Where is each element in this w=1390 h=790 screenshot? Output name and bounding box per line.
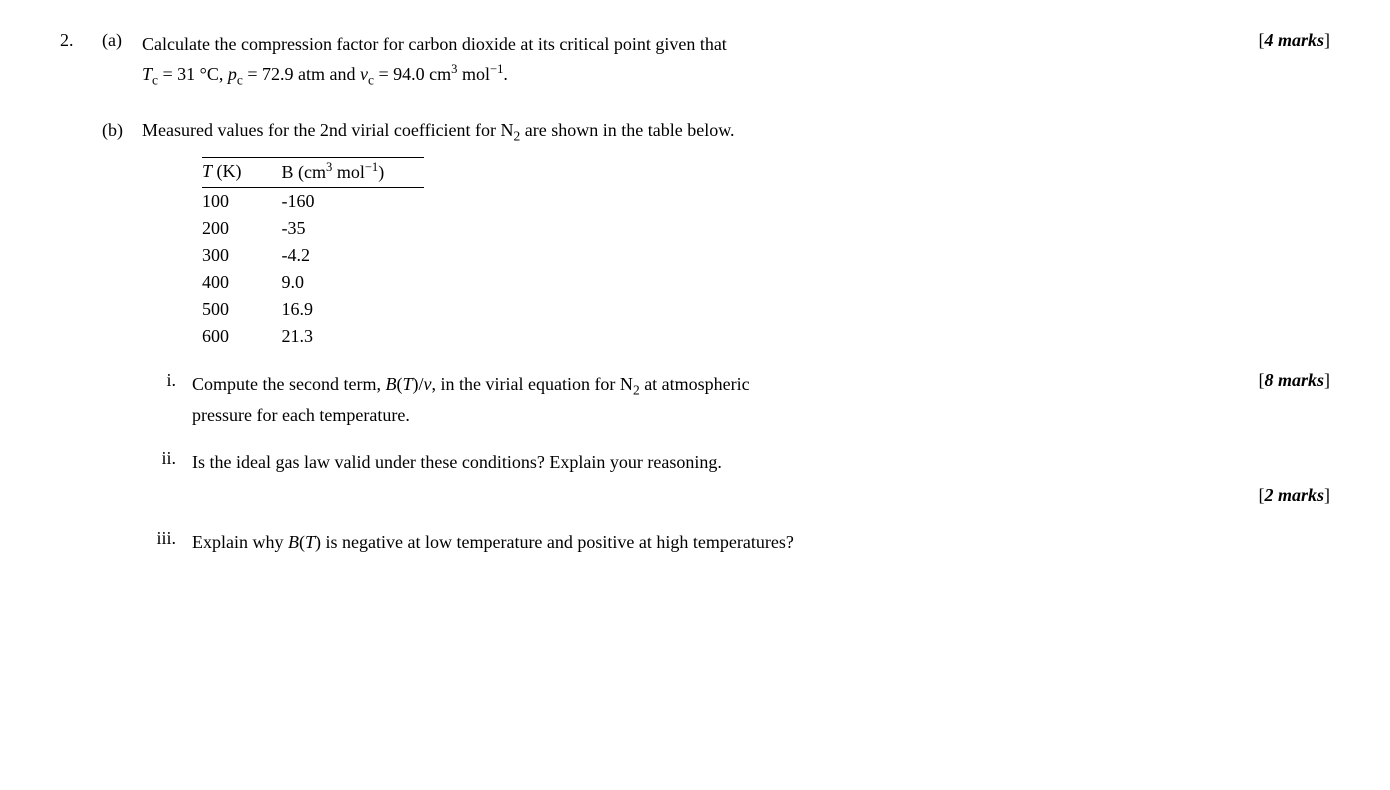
sub-part-i-content: Compute the second term, B(T)/v, in the … bbox=[192, 370, 1330, 430]
part-a-formula: Tc = 31 °C, pc = 72.9 atm and vc = 94.0 … bbox=[142, 64, 508, 84]
sub-part-i-marks: [8 marks] bbox=[1258, 370, 1330, 391]
sub-part-ii-content: Is the ideal gas law valid under these c… bbox=[192, 448, 1330, 510]
sub-part-i: i. Compute the second term, B(T)/v, in t… bbox=[142, 370, 1330, 430]
part-b-row: (b) Measured values for the 2nd virial c… bbox=[102, 120, 1330, 574]
part-b-text: Measured values for the 2nd virial coeff… bbox=[142, 120, 1330, 145]
part-a-line1: Calculate the compression factor for car… bbox=[142, 34, 727, 54]
table-col1-header: T (K) bbox=[202, 157, 282, 187]
sub-part-i-text: Compute the second term, B(T)/v, in the … bbox=[192, 370, 1258, 430]
part-a: (a) Calculate the compression factor for… bbox=[102, 30, 1330, 92]
table-row: 100 -160 bbox=[202, 187, 424, 215]
table-cell-b: 21.3 bbox=[282, 323, 425, 350]
sub-part-ii-marks-container: [2 marks] bbox=[192, 481, 1330, 510]
question-number: 2. bbox=[60, 30, 102, 580]
table-cell-b: 16.9 bbox=[282, 296, 425, 323]
table-cell-t: 300 bbox=[202, 242, 282, 269]
table-col2-header: B (cm3 mol−1) bbox=[282, 157, 425, 187]
part-b: (b) Measured values for the 2nd virial c… bbox=[102, 120, 1330, 574]
sub-part-ii-label: ii. bbox=[142, 448, 184, 469]
part-b-label: (b) bbox=[102, 120, 134, 141]
sub-part-i-marks-value: 8 marks bbox=[1264, 370, 1324, 390]
sub-part-ii: ii. Is the ideal gas law valid under the… bbox=[142, 448, 1330, 510]
table-row: 300 -4.2 bbox=[202, 242, 424, 269]
part-a-marks: [4 marks] bbox=[1258, 30, 1330, 51]
sub-part-iii-content: Explain why B(T) is negative at low temp… bbox=[192, 528, 1330, 557]
table-header-row: T (K) B (cm3 mol−1) bbox=[202, 157, 424, 187]
part-b-content: Measured values for the 2nd virial coeff… bbox=[142, 120, 1330, 574]
table-cell-t: 100 bbox=[202, 187, 282, 215]
table-row: 400 9.0 bbox=[202, 269, 424, 296]
sub-part-i-label: i. bbox=[142, 370, 184, 391]
table-row: 500 16.9 bbox=[202, 296, 424, 323]
table-cell-b: -4.2 bbox=[282, 242, 425, 269]
question-container: 2. (a) Calculate the compression factor … bbox=[60, 30, 1330, 580]
question-header: 2. (a) Calculate the compression factor … bbox=[60, 30, 1330, 580]
table-row: 200 -35 bbox=[202, 215, 424, 242]
sub-part-ii-text: Is the ideal gas law valid under these c… bbox=[192, 448, 1330, 510]
sub-part-ii-marks-value: 2 marks bbox=[1264, 481, 1324, 510]
table-cell-b: -160 bbox=[282, 187, 425, 215]
table-cell-t: 600 bbox=[202, 323, 282, 350]
sub-part-iii: iii. Explain why B(T) is negative at low… bbox=[142, 528, 1330, 557]
part-a-content: Calculate the compression factor for car… bbox=[142, 30, 1330, 92]
table-cell-t: 500 bbox=[202, 296, 282, 323]
part-a-text: Calculate the compression factor for car… bbox=[142, 30, 1258, 92]
table-cell-b: -35 bbox=[282, 215, 425, 242]
part-a-marks-value: 4 marks bbox=[1264, 30, 1324, 50]
question-parts: (a) Calculate the compression factor for… bbox=[102, 30, 1330, 580]
sub-part-iii-label: iii. bbox=[142, 528, 184, 549]
table-cell-t: 400 bbox=[202, 269, 282, 296]
table-row: 600 21.3 bbox=[202, 323, 424, 350]
sub-parts: i. Compute the second term, B(T)/v, in t… bbox=[142, 370, 1330, 556]
table-cell-t: 200 bbox=[202, 215, 282, 242]
part-a-label: (a) bbox=[102, 30, 134, 51]
part-a-row: (a) Calculate the compression factor for… bbox=[102, 30, 1330, 92]
sub-part-iii-text: Explain why B(T) is negative at low temp… bbox=[192, 528, 1330, 557]
virial-table: T (K) B (cm3 mol−1) 100 -160 2 bbox=[202, 157, 424, 350]
table-cell-b: 9.0 bbox=[282, 269, 425, 296]
